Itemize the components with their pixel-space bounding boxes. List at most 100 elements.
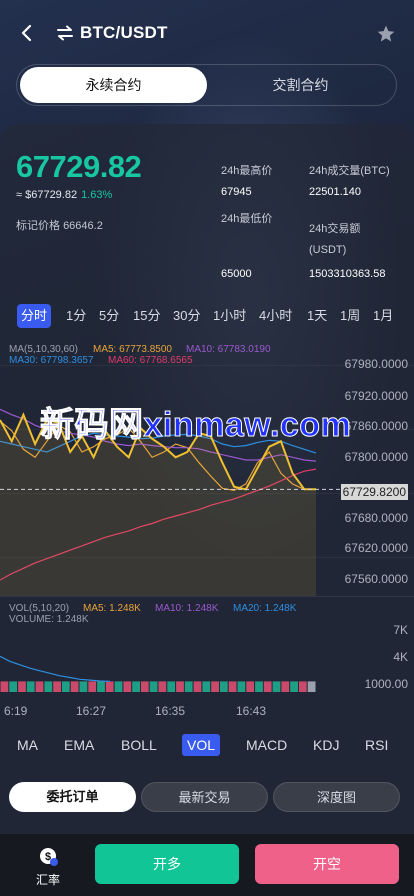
volume-axis-label: 1000.00 (364, 677, 408, 691)
time-axis-label: 16:27 (76, 704, 107, 718)
bottom-bar: $ 汇率 开多 开空 (0, 834, 414, 896)
volume-bar (272, 681, 281, 692)
volume-bar (298, 681, 307, 692)
volume-bar (281, 681, 290, 692)
volume-bar (237, 681, 246, 692)
volume-bar (88, 681, 97, 692)
header: BTC/USDT (0, 18, 414, 50)
volume-bar (184, 681, 193, 692)
period-1h[interactable]: 1小时 (213, 304, 246, 328)
contract-tabs: 永续合约 交割合约 (16, 64, 397, 106)
swap-icon (57, 25, 73, 41)
indicator-ma[interactable]: MA (17, 734, 38, 756)
exchange-rate-icon[interactable]: $ (39, 847, 59, 867)
volume-bar (140, 681, 149, 692)
volume-bar (167, 681, 176, 692)
mark-price-value: 66646.2 (63, 220, 103, 232)
volume-axis-label: 7K (393, 623, 408, 637)
price-axis-label: 67620.0000 (344, 541, 408, 555)
indicator-macd[interactable]: MACD (246, 734, 287, 756)
open-short-button[interactable]: 开空 (255, 844, 399, 884)
price-axis-label: 67920.0000 (344, 389, 408, 403)
volume-bar (61, 681, 70, 692)
time-axis-label: 6:19 (4, 704, 28, 718)
period-4h[interactable]: 4小时 (259, 304, 292, 328)
volume-bar (211, 681, 219, 692)
volume-bar (307, 681, 316, 692)
volume-value: 22501.140 (309, 186, 361, 198)
pair-title: BTC/USDT (80, 23, 168, 42)
volume-bar (97, 681, 105, 692)
time-axis-label: 16:35 (155, 704, 186, 718)
volume-ma-line (0, 655, 111, 682)
low-value: 65000 (221, 268, 252, 280)
period-1m[interactable]: 1分 (66, 304, 86, 328)
volume-bar (9, 681, 18, 692)
period-30m[interactable]: 30分 (173, 304, 200, 328)
price-axis-label: 67560.0000 (344, 572, 408, 586)
volume-bar (132, 681, 140, 692)
volume-bar (246, 681, 255, 692)
volume-bar (53, 681, 61, 692)
amount-unit: (USDT) (309, 244, 347, 256)
volume-bar (202, 681, 211, 692)
period-5m[interactable]: 5分 (99, 304, 119, 328)
period-1mo[interactable]: 1月 (373, 304, 393, 328)
volume-chart[interactable] (0, 596, 414, 700)
exchange-rate-label[interactable]: 汇率 (36, 871, 60, 888)
price-axis-label: 67980.0000 (344, 357, 408, 371)
indicator-rsi[interactable]: RSI (365, 734, 388, 756)
watermark: 新码网xinmaw.com (39, 406, 352, 445)
last-price: 67729.82 (16, 149, 142, 184)
volume-bar (35, 681, 44, 692)
pair-selector[interactable]: BTC/USDT (56, 23, 168, 43)
volume-bar (255, 681, 263, 692)
volume-bar (193, 681, 202, 692)
volume-label: 24h成交量(BTC) (309, 165, 390, 177)
indicator-vol[interactable]: VOL (182, 734, 221, 756)
volume-bar (105, 681, 114, 692)
indicator-ema[interactable]: EMA (64, 734, 94, 756)
period-1w[interactable]: 1周 (340, 304, 360, 328)
volume-bar (0, 681, 9, 692)
back-arrow-icon[interactable] (16, 22, 38, 44)
mark-price-label: 标记价格 (16, 220, 60, 232)
approx-usd: ≈ $67729.82 (16, 189, 78, 201)
volume-bar (70, 681, 79, 692)
period-timeline[interactable]: 分时 (17, 304, 52, 328)
volume-bar (176, 681, 184, 692)
price-axis-label: 67860.0000 (344, 419, 408, 433)
price-axis-label: 67680.0000 (344, 511, 408, 525)
volume-bar (18, 681, 26, 692)
indicator-boll[interactable]: BOLL (121, 734, 157, 756)
low-label: 24h最低价 (221, 213, 273, 225)
volume-bar (290, 681, 298, 692)
mark-price: 标记价格 66646.2 (16, 217, 103, 233)
svg-text:$: $ (45, 851, 51, 863)
high-value: 67945 (221, 186, 252, 198)
volume-bar (263, 681, 272, 692)
volume-axis-label: 4K (393, 650, 408, 664)
price-chart[interactable] (0, 340, 414, 596)
volume-bar (26, 681, 35, 692)
price-approx: ≈ $67729.82 1.63% (16, 189, 112, 201)
open-long-button[interactable]: 开多 (95, 844, 239, 884)
period-15m[interactable]: 15分 (133, 304, 160, 328)
period-1d[interactable]: 1天 (307, 304, 327, 328)
indicator-kdj[interactable]: KDJ (313, 734, 339, 756)
volume-bar (44, 681, 53, 692)
high-label: 24h最高价 (221, 165, 273, 177)
tab-orders[interactable]: 委托订单 (9, 782, 136, 812)
tab-delivery[interactable]: 交割合约 (207, 67, 394, 103)
change-percent: 1.63% (81, 189, 113, 201)
favorite-star-icon[interactable] (376, 24, 396, 44)
time-axis-label: 16:43 (236, 704, 267, 718)
volume-bar (123, 681, 132, 692)
tab-depth-chart[interactable]: 深度图 (273, 782, 400, 812)
volume-bar (219, 681, 228, 692)
amount-label: 24h交易额 (309, 223, 361, 235)
amount-value: 1503310363.58 (309, 268, 386, 280)
tab-latest-trades[interactable]: 最新交易 (141, 782, 268, 812)
current-price-tag: 67729.8200 (340, 484, 408, 500)
tab-perpetual[interactable]: 永续合约 (20, 67, 207, 103)
